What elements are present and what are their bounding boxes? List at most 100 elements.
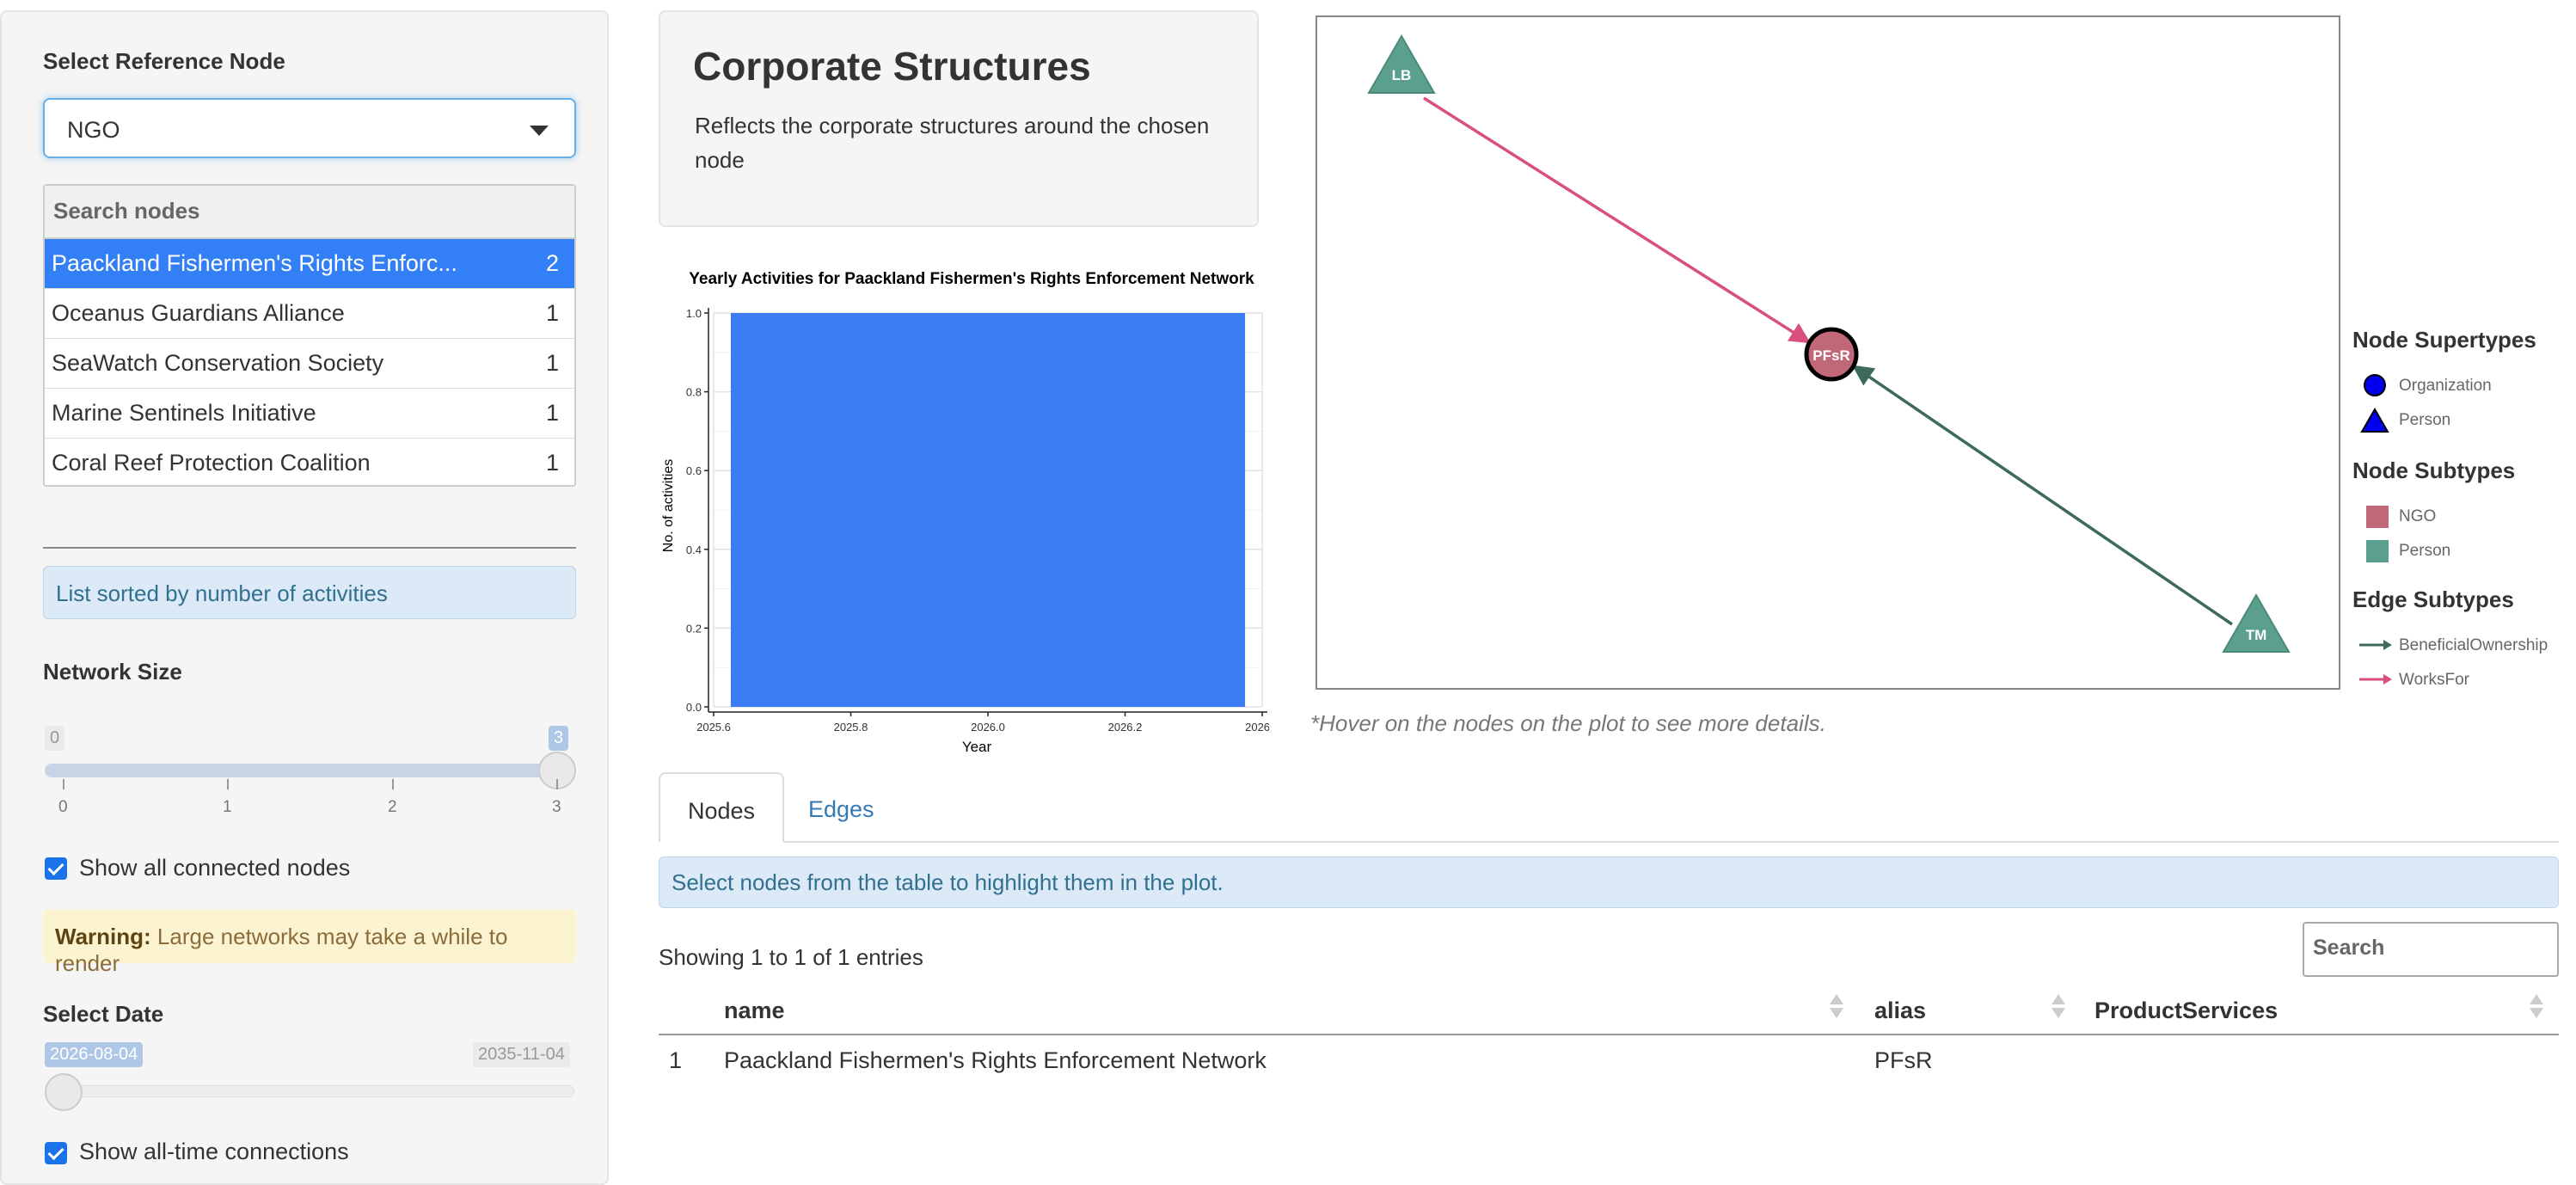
table-info: Select nodes from the table to highlight… [659, 857, 2559, 908]
network-size-label: Network Size [43, 659, 182, 685]
reference-node-select[interactable]: NGO [43, 98, 576, 158]
x-tick-label: 2026.4 [1245, 721, 1269, 734]
chart-bars [730, 313, 1246, 707]
legend-ngo: NGO [2399, 507, 2437, 525]
chart-y-label: No. of activities [661, 459, 676, 552]
select-date-label: Select Date [43, 1001, 164, 1027]
legend-works-for: WorksFor [2399, 671, 2469, 689]
list-item-name: Marine Sentinels Initiative [52, 400, 316, 426]
y-tick-label: 0.2 [686, 622, 702, 635]
list-item[interactable]: Coral Reef Protection Coalition 1 [45, 439, 574, 485]
network-plot[interactable]: LB PFsR TM [1316, 15, 2340, 690]
legend-person-supertype: Person [2399, 411, 2451, 429]
list-item-count: 2 [545, 250, 559, 276]
legend-beneficial-ownership: BeneficialOwnership [2399, 636, 2548, 654]
table-showing-count: Showing 1 to 1 of 1 entries [659, 944, 923, 970]
edge-worksfor[interactable] [1423, 96, 1812, 344]
slider-tick-label: 2 [388, 798, 397, 816]
slider-tick [392, 779, 394, 789]
node-label: TM [2246, 627, 2267, 643]
table-search-input[interactable]: Search [2303, 922, 2559, 977]
date-slider-handle[interactable] [45, 1073, 83, 1111]
sorted-note: List sorted by number of activities [43, 566, 576, 619]
list-item-name: Oceanus Guardians Alliance [52, 300, 345, 326]
show-connected-checkbox[interactable] [45, 857, 67, 880]
show-connected-label: Show all connected nodes [79, 855, 351, 881]
reference-node-value: NGO [67, 117, 120, 143]
x-tick-label: 2026.2 [1108, 721, 1143, 734]
list-item[interactable]: Oceanus Guardians Alliance 1 [45, 289, 574, 339]
page-title: Corporate Structures [693, 44, 1091, 89]
slider-tick-label: 1 [223, 798, 232, 816]
legend-subtypes-title: Node Subtypes [2352, 457, 2516, 483]
slider-tick [227, 779, 229, 789]
legend-person-subtype: Person [2399, 542, 2451, 560]
node-list: Search nodes Paackland Fishermen's Right… [43, 184, 576, 487]
cell-name: Paackland Fishermen's Rights Enforcement… [724, 1047, 1267, 1073]
list-item-name: Paackland Fishermen's Rights Enforc... [52, 250, 457, 276]
table-tabs: Nodes Edges [659, 772, 2559, 843]
date-slider-track[interactable] [45, 1085, 574, 1097]
slider-tick-label: 0 [58, 798, 68, 816]
node-search-input[interactable]: Search nodes [45, 186, 574, 239]
works-for-arrow-icon [2359, 674, 2392, 685]
table-header-divider [659, 1034, 2559, 1035]
show-alltime-checkbox[interactable] [45, 1142, 67, 1164]
beneficial-ownership-arrow-icon [2359, 640, 2392, 650]
sidebar-panel: Select Reference Node NGO Search nodes P… [0, 10, 609, 1185]
column-header-alias[interactable]: alias [1874, 998, 1926, 1024]
date-to-chip: 2035-11-04 [473, 1042, 570, 1067]
yearly-activities-chart: Yearly Activities for Paackland Fisherme… [661, 270, 1269, 755]
warning-label: Warning: [55, 924, 151, 949]
show-alltime-label: Show all-time connections [79, 1139, 349, 1164]
edge-beneficialownership[interactable] [1851, 365, 2233, 626]
person-swatch-icon [2366, 540, 2389, 562]
legend-supertypes-title: Node Supertypes [2352, 327, 2536, 353]
y-tick-label: 1.0 [686, 307, 702, 320]
x-tick-label: 2025.6 [696, 721, 731, 734]
ngo-swatch-icon [2366, 506, 2389, 528]
node-label: PFsR [1812, 347, 1849, 364]
header-panel: Corporate Structures Reflects the corpor… [659, 10, 1259, 227]
date-from-chip: 2026-08-04 [45, 1042, 144, 1067]
list-item-name: Coral Reef Protection Coalition [52, 450, 371, 476]
column-header-productservices[interactable]: ProductServices [2095, 998, 2278, 1024]
warning-box: Warning: Large networks may take a while… [43, 910, 576, 976]
chevron-down-icon [530, 126, 549, 136]
hover-note: *Hover on the nodes on the plot to see m… [1310, 710, 1826, 736]
list-item[interactable]: Marine Sentinels Initiative 1 [45, 389, 574, 439]
slider-tick [556, 779, 558, 789]
node-label: LB [1392, 67, 1412, 83]
slider-min-chip: 0 [45, 726, 65, 751]
node-tm[interactable]: TM [2222, 592, 2291, 653]
tab-nodes[interactable]: Nodes [659, 772, 785, 843]
organization-icon [2364, 374, 2386, 396]
page-description: Reflects the corporate structures around… [695, 113, 1210, 173]
list-item-count: 1 [545, 350, 559, 376]
list-item[interactable]: SeaWatch Conservation Society 1 [45, 339, 574, 389]
list-item-count: 1 [545, 300, 559, 326]
cell-alias: PFsR [1874, 1047, 1933, 1073]
slider-tick-label: 3 [552, 798, 561, 816]
column-header-name[interactable]: name [724, 998, 785, 1024]
slider-tick [63, 779, 64, 789]
legend-edges-title: Edge Subtypes [2352, 586, 2514, 612]
chart-bar [730, 313, 1246, 707]
reference-node-label: Select Reference Node [43, 48, 285, 74]
network-size-track[interactable] [45, 764, 574, 777]
node-pfsr[interactable]: PFsR [1804, 327, 1859, 382]
list-item-count: 1 [545, 400, 559, 426]
y-tick-label: 0.6 [686, 464, 702, 477]
divider [43, 547, 576, 549]
list-item-count: 1 [545, 450, 559, 476]
y-tick-label: 0.0 [686, 701, 702, 714]
x-tick-label: 2026.0 [971, 721, 1005, 734]
node-lb[interactable]: LB [1367, 34, 1436, 94]
row-index: 1 [669, 1047, 683, 1073]
chart-x-label: Year [962, 739, 992, 755]
tab-edges[interactable]: Edges [781, 772, 902, 843]
y-tick-label: 0.4 [686, 543, 702, 556]
x-tick-label: 2025.8 [834, 721, 868, 734]
list-item-name: SeaWatch Conservation Society [52, 350, 384, 376]
list-item[interactable]: Paackland Fishermen's Rights Enforc... 2 [45, 239, 574, 289]
